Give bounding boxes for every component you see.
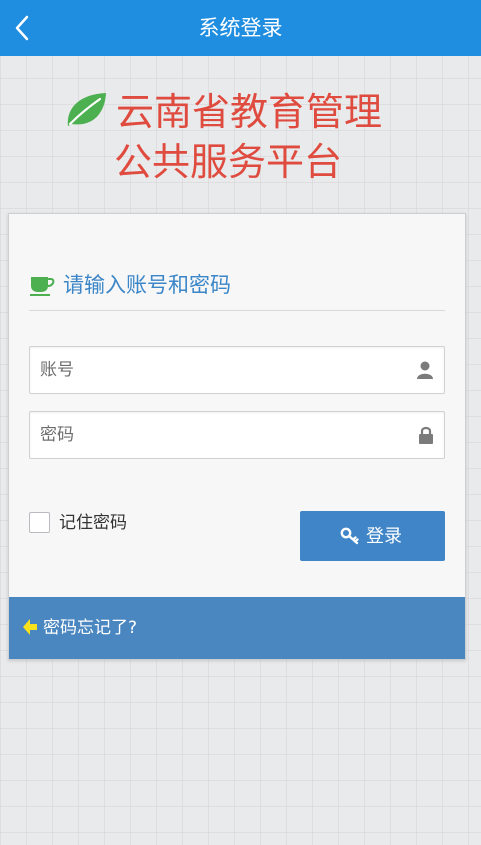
forgot-password-label: 密码忘记了? bbox=[43, 618, 138, 638]
login-heading: 请输入账号和密码 bbox=[29, 269, 449, 301]
user-icon bbox=[417, 361, 433, 379]
login-heading-text: 请输入账号和密码 bbox=[63, 273, 231, 297]
account-field[interactable] bbox=[29, 346, 445, 394]
password-field[interactable] bbox=[29, 411, 445, 459]
account-input[interactable] bbox=[30, 347, 444, 393]
login-panel: 请输入账号和密码 记住密码 登录 密码忘记了? bbox=[8, 213, 466, 660]
chevron-left-icon bbox=[15, 15, 29, 41]
checkbox-box[interactable] bbox=[29, 512, 50, 533]
remember-password-label: 记住密码 bbox=[59, 513, 127, 533]
brand-title-line2: 公共服务平台 bbox=[114, 140, 343, 184]
remember-password-checkbox[interactable]: 记住密码 bbox=[29, 512, 169, 536]
password-input[interactable] bbox=[30, 412, 444, 458]
brand-logo: 云南省教育管理 公共服务平台 bbox=[64, 86, 424, 196]
brand-title-line1: 云南省教育管理 bbox=[116, 90, 383, 134]
login-button-label: 登录 bbox=[366, 526, 402, 546]
forgot-password-link[interactable]: 密码忘记了? bbox=[9, 597, 465, 659]
key-icon bbox=[340, 527, 359, 545]
top-navbar: 系统登录 bbox=[0, 0, 481, 56]
back-button[interactable] bbox=[6, 8, 38, 48]
leaf-icon bbox=[67, 93, 106, 126]
cup-icon bbox=[30, 277, 55, 296]
page-title: 系统登录 bbox=[198, 16, 283, 40]
arrow-left-icon bbox=[23, 619, 37, 635]
heading-divider bbox=[29, 310, 445, 311]
lock-icon bbox=[419, 426, 433, 444]
login-button[interactable]: 登录 bbox=[300, 511, 445, 561]
